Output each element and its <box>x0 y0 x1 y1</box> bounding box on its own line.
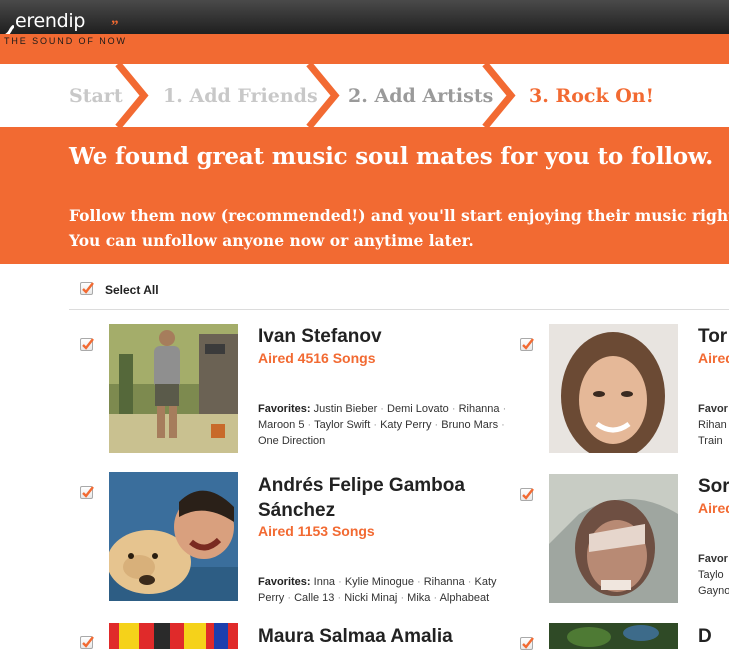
checkmark-icon <box>522 338 534 350</box>
banner-text-line-1: Follow them now (recommended!) and you'l… <box>69 206 729 225</box>
user-name[interactable]: D <box>698 624 712 649</box>
user-avatar[interactable] <box>549 623 678 649</box>
favorite-artist: Nicki Minaj <box>344 592 398 604</box>
favorite-artist: Kylie Minogue <box>344 576 414 588</box>
banner-text-line-2: You can unfollow anyone now or anytime l… <box>69 231 474 250</box>
user-avatar[interactable] <box>109 623 238 649</box>
checkmark-icon <box>82 636 94 648</box>
user-follow-checkbox[interactable] <box>520 637 534 650</box>
select-all-label[interactable]: Select All <box>105 283 159 297</box>
step-chevron-icon <box>482 64 516 127</box>
favorite-artist: Inna <box>313 576 336 588</box>
user-follow-checkbox[interactable] <box>520 488 534 501</box>
brand-tagline: THE SOUND OF NOW <box>4 36 127 46</box>
brand-quote-mark: ” <box>111 18 119 34</box>
favorite-artist: Katy Perry <box>380 419 432 431</box>
user-follow-checkbox[interactable] <box>80 636 94 649</box>
user-follow-checkbox[interactable] <box>520 338 534 351</box>
step-chevron-icon <box>115 64 149 127</box>
checkmark-icon <box>522 637 534 649</box>
user-name[interactable]: Ivan Stefanov <box>258 324 382 349</box>
user-avatar[interactable] <box>549 474 678 603</box>
user-card-cutoff: Tor Aired Favor Rihan Train <box>698 322 729 447</box>
user-name[interactable]: Maura Salmaa Amalia <box>258 624 453 649</box>
favorite-artist: Alphabeat <box>439 592 490 604</box>
checkmark-icon <box>82 486 94 498</box>
favorite-artist: Gayno <box>698 585 729 597</box>
recommendation-banner: We found great music soul mates for you … <box>0 127 729 264</box>
favorites-label: Favor <box>698 403 728 415</box>
favorite-artist: Justin Bieber <box>313 403 378 415</box>
user-card-cutoff: Sor Aired Favor Taylo Gayno <box>698 472 729 602</box>
brand-name: erendip <box>15 10 86 32</box>
favorite-artist: One Direction <box>258 435 326 447</box>
favorite-artist: Demi Lovato <box>387 403 449 415</box>
aired-songs-count: Aired <box>698 500 729 516</box>
select-all-checkbox[interactable] <box>80 282 94 295</box>
top-bar: erendip ” <box>0 0 729 39</box>
aired-songs-count: Aired <box>698 350 729 366</box>
checkmark-icon <box>522 488 534 500</box>
brand-logo[interactable]: erendip <box>0 10 86 39</box>
favorites-label: Favor <box>698 553 728 565</box>
user-favorites: Favorites: Justin Bieber · Demi Lovato ·… <box>258 403 507 447</box>
favorites-label: Favorites: <box>258 576 311 588</box>
aired-songs-count: Aired 1153 Songs <box>258 523 375 539</box>
checkmark-icon <box>82 282 94 294</box>
checkmark-icon <box>82 338 94 350</box>
step-rock-on[interactable]: 3. Rock On! <box>529 85 654 107</box>
user-avatar[interactable] <box>109 472 238 601</box>
favorite-artist: Taylo <box>698 569 724 581</box>
user-name[interactable]: Tor <box>698 324 727 349</box>
user-favorites: Favor Rihan Train <box>698 401 728 447</box>
favorite-artist: Mika <box>407 592 431 604</box>
favorites-label: Favorites: <box>258 403 311 415</box>
favorite-artist: Rihan <box>698 419 727 431</box>
user-avatar[interactable] <box>109 324 238 453</box>
user-follow-checkbox[interactable] <box>80 338 94 351</box>
user-favorites: Favorites: Inna · Kylie Minogue · Rihann… <box>258 576 497 604</box>
favorite-artist: Bruno Mars <box>441 419 499 431</box>
favorite-artist: Train <box>698 435 723 447</box>
step-chevron-icon <box>306 64 340 127</box>
onboarding-steps: Start 1. Add Friends 2. Add Artists 3. R… <box>0 64 729 127</box>
user-name-continued[interactable]: Sánchez <box>258 498 335 523</box>
favorite-artist: Rihanna <box>423 576 465 588</box>
aired-songs-count: Aired 4516 Songs <box>258 350 376 366</box>
favorite-artist: Maroon 5 <box>258 419 305 431</box>
step-add-artists[interactable]: 2. Add Artists <box>348 85 493 107</box>
user-favorites: Favor Taylo Gayno <box>698 551 729 599</box>
favorite-artist: Rihanna <box>458 403 500 415</box>
user-avatar[interactable] <box>549 324 678 453</box>
user-name[interactable]: Sor <box>698 474 729 499</box>
divider <box>69 309 729 310</box>
favorite-artist: Calle 13 <box>294 592 335 604</box>
banner-title: We found great music soul mates for you … <box>69 143 714 170</box>
favorite-artist: Taylor Swift <box>314 419 371 431</box>
user-name[interactable]: Andrés Felipe Gamboa <box>258 473 465 498</box>
user-follow-checkbox[interactable] <box>80 486 94 499</box>
step-add-friends[interactable]: 1. Add Friends <box>163 85 318 107</box>
